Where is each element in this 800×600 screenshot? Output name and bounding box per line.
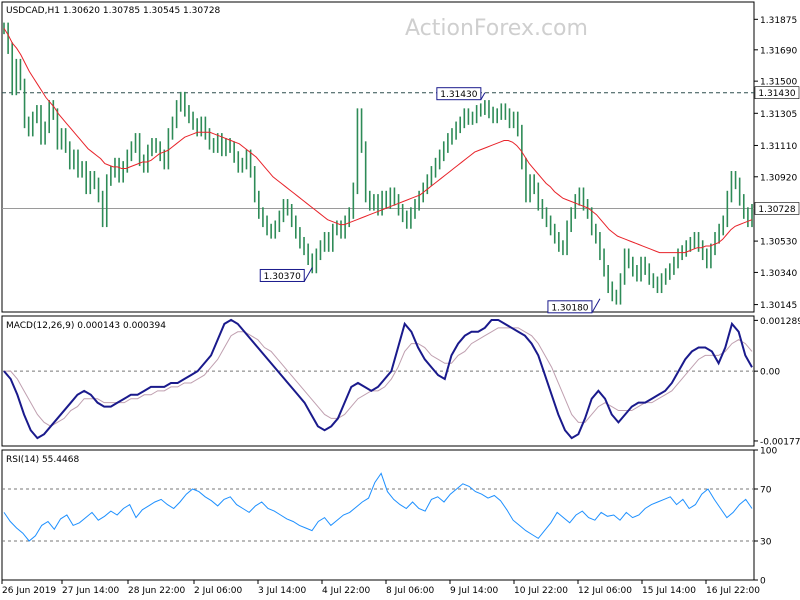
price-y-tick-label: 1.30340: [760, 269, 797, 279]
rsi-y-tick-label: 70: [760, 486, 772, 496]
x-tick-label: 2 Jul 06:00: [194, 586, 243, 596]
x-tick-label: 9 Jul 14:00: [450, 586, 499, 596]
rsi-header: RSI(14) 55.4468: [6, 455, 79, 465]
price-level-label: 1.31430: [758, 89, 795, 99]
x-tick-label: 4 Jul 22:00: [322, 586, 371, 596]
panel-frame-macd: [1, 315, 755, 447]
macd-header: MACD(12,26,9) 0.000143 0.000394: [6, 321, 166, 331]
rsi-y-tick-label: 0: [760, 577, 766, 587]
x-tick-label: 10 Jul 22:00: [514, 586, 568, 596]
rsi-y-tick-label: 30: [760, 538, 772, 548]
chart-container: ActionForex.com 1.31430 1.30728 1.30370 1.31…: [0, 0, 800, 600]
price-annotation-label: 1.30180: [551, 303, 588, 313]
price-y-tick-label: 1.30920: [760, 173, 797, 183]
watermark-text: ActionForex.com: [405, 16, 588, 41]
x-tick-label: 27 Jun 14:00: [62, 586, 119, 596]
price-y-tick-label: 1.30530: [760, 238, 797, 248]
macd-y-tick-label: 0.00: [760, 368, 780, 378]
price-annotation-label: 1.30370: [264, 272, 301, 282]
price-y-tick-label: 1.31500: [760, 78, 797, 88]
chart-svg: ActionForex.com 1.31430 1.30728 1.30370 1.31…: [1, 1, 800, 596]
price-header: USDCAD,H1 1.30620 1.30785 1.30545 1.3072…: [6, 6, 221, 16]
macd-y-tick-label: 0.001289: [760, 317, 800, 327]
price-y-tick-label: 1.31305: [760, 110, 797, 120]
price-level-label: 1.30728: [758, 205, 795, 215]
rsi-y-tick-label: 100: [760, 447, 777, 457]
price-y-tick-label: 1.31110: [760, 142, 797, 152]
price-y-tick-label: 1.31875: [760, 16, 797, 26]
x-tick-label: 16 Jul 22:00: [706, 586, 760, 596]
price-y-tick-label: 1.31690: [760, 46, 797, 56]
price-y-tick-label: 1.30145: [760, 301, 797, 311]
x-tick-label: 8 Jul 06:00: [386, 586, 435, 596]
x-tick-label: 26 Jun 2019: [2, 586, 56, 596]
panel-frame-rsi: [1, 449, 755, 581]
x-tick-label: 3 Jul 14:00: [258, 586, 307, 596]
x-tick-label: 12 Jul 06:00: [578, 586, 632, 596]
price-annotation-label: 1.31430: [440, 90, 477, 100]
x-tick-label: 28 Jun 22:00: [128, 586, 185, 596]
x-tick-label: 15 Jul 14:00: [642, 586, 696, 596]
